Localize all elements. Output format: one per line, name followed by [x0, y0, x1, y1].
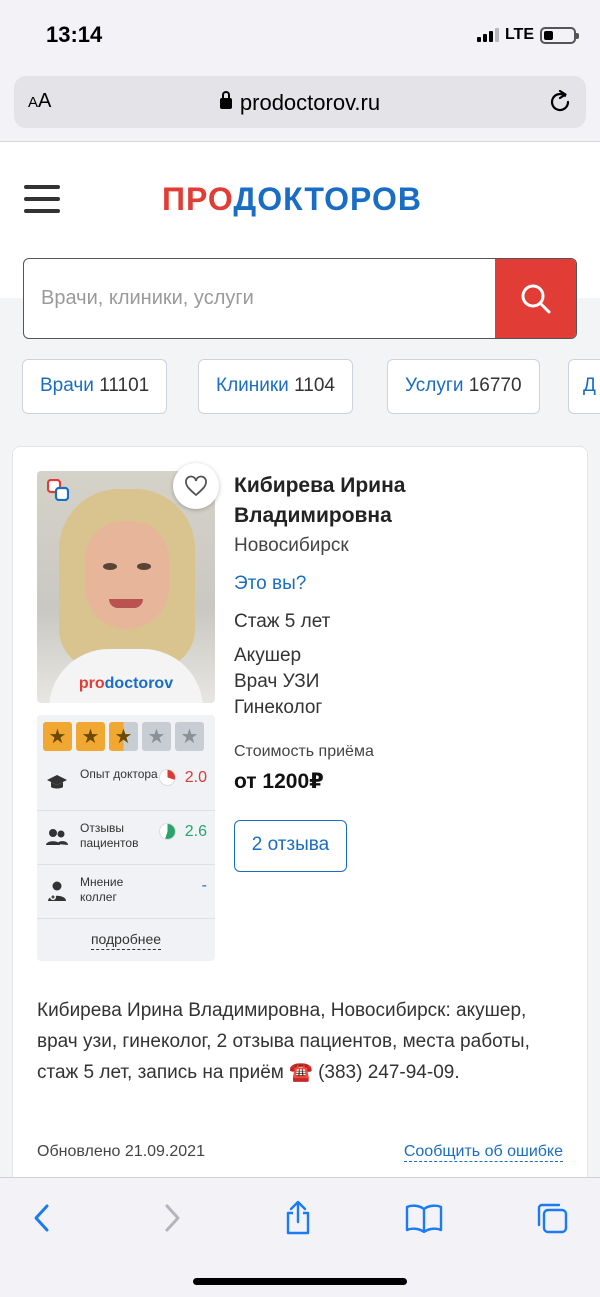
- browser-address-area: AAAA prodoctorov.ru: [0, 72, 600, 142]
- updated-date: Обновлено 21.09.2021: [37, 1143, 205, 1160]
- chip-clinics[interactable]: Клиники 1104: [198, 359, 353, 414]
- reviews-button[interactable]: 2 отзыва: [234, 820, 347, 872]
- star-icon: ★: [43, 722, 72, 751]
- metric-experience: Опыт доктора 2.0: [37, 757, 215, 811]
- chip-doctors[interactable]: Врачи 11101: [22, 359, 168, 414]
- book-icon: [405, 1204, 443, 1233]
- share-button[interactable]: [278, 1198, 318, 1238]
- graduation-cap-icon: [47, 775, 67, 789]
- battery-icon: [540, 26, 579, 44]
- chevron-right-icon: [165, 1204, 180, 1232]
- signal-icon: [476, 28, 499, 42]
- doctor-city: Новосибирск: [234, 535, 349, 556]
- is-you-link[interactable]: Это вы?: [234, 573, 306, 595]
- tabs-icon: [537, 1203, 568, 1234]
- report-error-link[interactable]: Сообщить об ошибке: [403, 1143, 563, 1162]
- star-icon: ★: [109, 722, 138, 751]
- network-label: LTE: [504, 26, 534, 43]
- specialty-item[interactable]: Акушер: [234, 643, 322, 669]
- prodoctorov-badge-icon: [47, 479, 69, 501]
- favorite-button[interactable]: [173, 463, 219, 509]
- back-button[interactable]: [22, 1198, 62, 1238]
- doctor-card: prodoctorov ★ ★ ★ ★ ★ Опыт доктора 2.0 О…: [12, 446, 588, 1297]
- star-icon: ★: [175, 722, 204, 751]
- doctor-experience: Стаж 5 лет: [234, 611, 331, 632]
- reload-icon[interactable]: [546, 88, 574, 116]
- metric-pie-icon: [159, 823, 176, 840]
- more-details-link[interactable]: подробнее: [37, 931, 215, 950]
- search-icon: [521, 284, 550, 313]
- star-icon: ★: [142, 722, 171, 751]
- share-icon: [286, 1200, 310, 1235]
- photo-watermark: prodoctorov: [78, 675, 174, 692]
- metric-reviews: Отзывы пациентов 2.6: [37, 811, 215, 865]
- site-header: ПРОДОКТОРОВ: [0, 143, 600, 253]
- specialty-item[interactable]: Гинеколог: [234, 695, 322, 721]
- search-input[interactable]: [24, 259, 496, 338]
- search-form: [23, 258, 577, 339]
- status-time: 13:14: [46, 22, 103, 47]
- metric-colleagues: Мнение коллег -: [37, 865, 215, 919]
- address-bar[interactable]: AAAA prodoctorov.ru: [14, 76, 586, 128]
- chevron-left-icon: [34, 1204, 49, 1232]
- forward-button[interactable]: [152, 1198, 192, 1238]
- home-indicator: [193, 1278, 407, 1285]
- doctor-description: Кибирева Ирина Владимировна, Новосибирск…: [37, 1000, 530, 1083]
- chip-services[interactable]: Услуги 16770: [387, 359, 540, 414]
- browser-toolbar: [0, 1177, 600, 1297]
- chip-more[interactable]: Д: [568, 359, 600, 414]
- people-icon: [46, 829, 68, 845]
- search-button[interactable]: [495, 259, 576, 338]
- status-indicators: LTE: [476, 26, 579, 44]
- tabs-button[interactable]: [532, 1198, 572, 1238]
- url-display[interactable]: prodoctorov.ru: [14, 90, 586, 116]
- price-label: Стоимость приёма: [234, 743, 374, 760]
- rating-panel: ★ ★ ★ ★ ★ Опыт доктора 2.0 Отзывы пациен…: [37, 715, 215, 961]
- doctor-icon: [48, 881, 66, 901]
- menu-icon[interactable]: [24, 185, 60, 213]
- category-chips: Врачи 11101 Клиники 1104 Услуги 16770 Д: [22, 359, 600, 415]
- status-bar: 13:14 LTE: [0, 0, 600, 72]
- price-value: от 1200₽: [234, 770, 324, 793]
- specialty-item[interactable]: Врач УЗИ: [234, 669, 322, 695]
- doctor-specialties: Акушер Врач УЗИ Гинеколог: [234, 643, 322, 721]
- star-rating: ★ ★ ★ ★ ★: [43, 722, 204, 751]
- bookmarks-button[interactable]: [404, 1198, 444, 1238]
- lock-icon: [219, 91, 232, 109]
- site-logo[interactable]: ПРОДОКТОРОВ: [162, 181, 422, 218]
- metric-pie-icon: [159, 769, 176, 786]
- star-icon: ★: [76, 722, 105, 751]
- doctor-name[interactable]: Кибирева Ирина Владимировна: [234, 471, 564, 531]
- heart-icon: [185, 475, 207, 497]
